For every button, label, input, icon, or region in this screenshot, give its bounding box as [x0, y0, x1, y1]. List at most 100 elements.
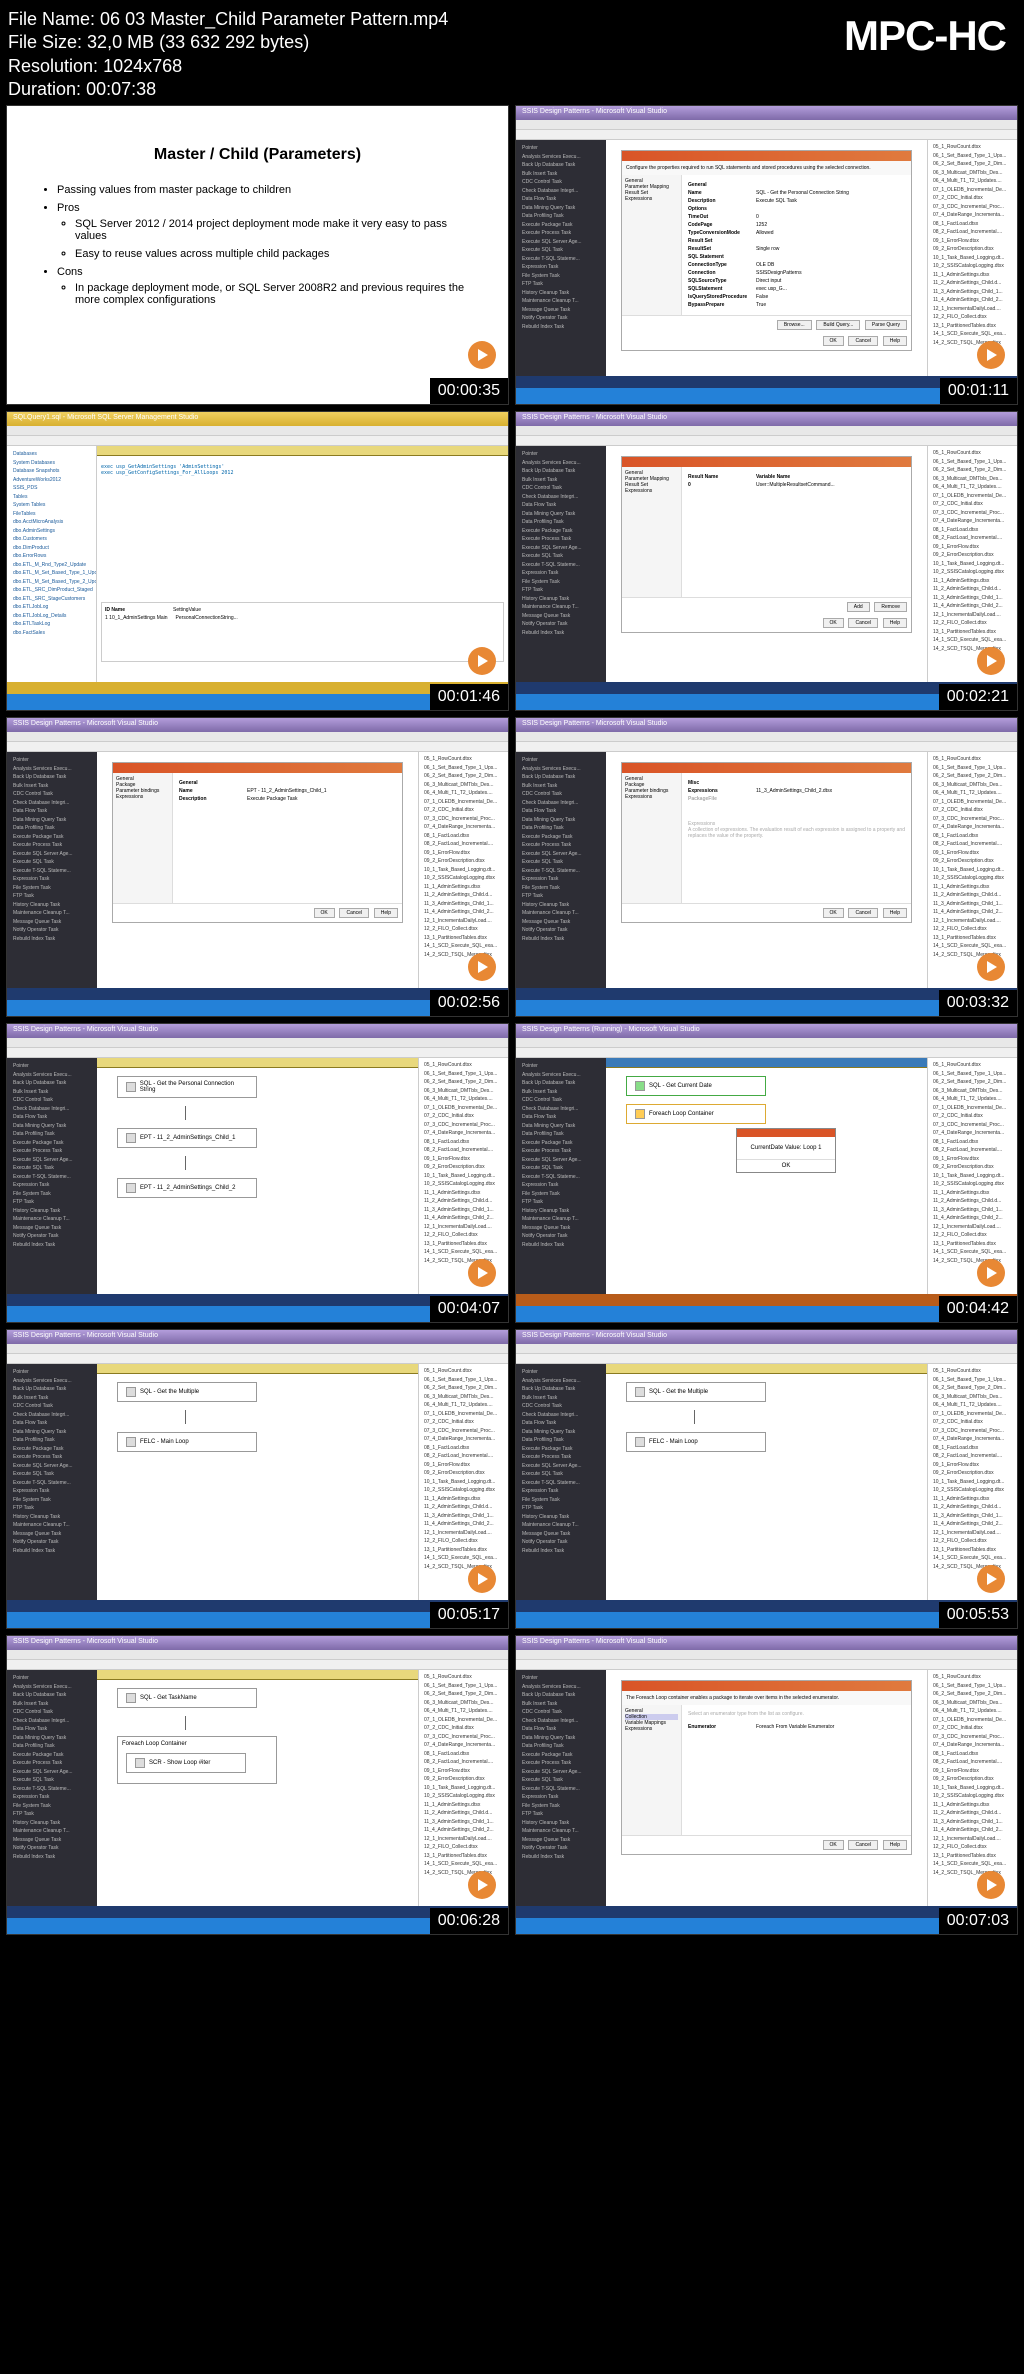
- list-item[interactable]: 07_3_CDC_Incremental_Proc...: [931, 1733, 1014, 1742]
- list-item[interactable]: 06_1_Set_Based_Type_1_Ups...: [422, 764, 505, 773]
- list-item[interactable]: Execute Process Task: [520, 229, 602, 238]
- list-item[interactable]: CDC Control Task: [11, 790, 93, 799]
- list-item[interactable]: FTP Task: [520, 1198, 602, 1207]
- list-item[interactable]: Execute SQL Server Age...: [11, 1156, 93, 1165]
- cancel-button[interactable]: Cancel: [848, 336, 878, 346]
- list-item[interactable]: Execute Process Task: [11, 1147, 93, 1156]
- list-item[interactable]: 10_2_SSISCatalogLogging.dtsx: [931, 1486, 1014, 1495]
- list-item[interactable]: Rebuild Index Task: [11, 1853, 93, 1862]
- ok-button[interactable]: OK: [314, 908, 335, 918]
- sql-task[interactable]: SQL - Get TaskName: [117, 1688, 257, 1708]
- list-item[interactable]: History Cleanup Task: [11, 1819, 93, 1828]
- list-item[interactable]: 11_3_AdminSettings_Child_1...: [931, 1818, 1014, 1827]
- list-item[interactable]: 12_2_FILO_Collect.dtsx: [931, 1537, 1014, 1546]
- list-item[interactable]: 11_1_AdminSettings.dtsx: [931, 883, 1014, 892]
- list-item[interactable]: File System Task: [520, 1802, 602, 1811]
- list-item[interactable]: Data Mining Query Task: [520, 1428, 602, 1437]
- list-item[interactable]: FTP Task: [11, 892, 93, 901]
- list-item[interactable]: Message Queue Task: [520, 918, 602, 927]
- list-item[interactable]: 09_1_ErrorFlow.dtsx: [422, 1461, 505, 1470]
- list-item[interactable]: Back Up Database Task: [520, 467, 602, 476]
- list-item[interactable]: Database Snapshots: [11, 467, 92, 476]
- help-button[interactable]: Help: [883, 336, 907, 346]
- list-item[interactable]: CDC Control Task: [520, 484, 602, 493]
- list-item[interactable]: Execute Process Task: [520, 1759, 602, 1768]
- list-item[interactable]: Execute T-SQL Stateme...: [520, 1173, 602, 1182]
- list-item[interactable]: 11_4_AdminSettings_Child_2...: [931, 1214, 1014, 1223]
- list-item[interactable]: Execute T-SQL Stateme...: [520, 1785, 602, 1794]
- list-item[interactable]: Notify Operator Task: [11, 1538, 93, 1547]
- list-item[interactable]: Rebuild Index Task: [520, 1547, 602, 1556]
- list-item[interactable]: Bulk Insert Task: [11, 1700, 93, 1709]
- list-item[interactable]: FTP Task: [11, 1810, 93, 1819]
- list-item[interactable]: 10_2_SSISCatalogLogging.dtsx: [931, 262, 1014, 271]
- sql-task[interactable]: SQL - Get the Personal Connection String: [117, 1076, 257, 1098]
- list-item[interactable]: Maintenance Cleanup T...: [520, 1521, 602, 1530]
- list-item[interactable]: 10_1_Task_Based_Logging.dt...: [931, 560, 1014, 569]
- list-item[interactable]: File System Task: [11, 1496, 93, 1505]
- list-item[interactable]: 06_4_Multi_T1_T2_Updates....: [931, 1401, 1014, 1410]
- list-item[interactable]: Bulk Insert Task: [520, 782, 602, 791]
- thumbnail[interactable]: SSIS Design Patterns - Microsoft Visual …: [6, 717, 509, 1017]
- list-item[interactable]: dbo.ETLJobLog_Details: [11, 612, 92, 621]
- list-item[interactable]: Data Profiling Task: [520, 1130, 602, 1139]
- list-item[interactable]: Data Mining Query Task: [11, 1734, 93, 1743]
- list-item[interactable]: Data Mining Query Task: [11, 1428, 93, 1437]
- list-item[interactable]: 11_2_AdminSettings_Child.d...: [422, 1503, 505, 1512]
- list-item[interactable]: Message Queue Task: [520, 306, 602, 315]
- list-item[interactable]: 07_2_CDC_Initial.dtsx: [422, 806, 505, 815]
- list-item[interactable]: Bulk Insert Task: [520, 170, 602, 179]
- ok-button[interactable]: OK: [823, 1840, 844, 1850]
- list-item[interactable]: Back Up Database Task: [520, 161, 602, 170]
- list-item[interactable]: Expression Task: [520, 1793, 602, 1802]
- list-item[interactable]: Back Up Database Task: [520, 773, 602, 782]
- list-item[interactable]: 14_1_SCD_Execute_SQL_exa...: [931, 942, 1014, 951]
- cancel-button[interactable]: Cancel: [339, 908, 369, 918]
- list-item[interactable]: File System Task: [520, 1190, 602, 1199]
- sql-task[interactable]: SQL - Get Current Date: [626, 1076, 766, 1096]
- list-item[interactable]: 09_1_ErrorFlow.dtsx: [931, 849, 1014, 858]
- list-item[interactable]: Expression Task: [11, 875, 93, 884]
- list-item[interactable]: Data Profiling Task: [520, 212, 602, 221]
- list-item[interactable]: 05_1_RowCount.dtsx: [422, 1673, 505, 1682]
- list-item[interactable]: Expression Task: [11, 1793, 93, 1802]
- list-item[interactable]: 07_4_DateRange_Incrementa...: [931, 517, 1014, 526]
- list-item[interactable]: FTP Task: [520, 892, 602, 901]
- build-query-button[interactable]: Build Query...: [816, 320, 860, 330]
- list-item[interactable]: 06_4_Multi_T1_T2_Updates....: [422, 1401, 505, 1410]
- list-item[interactable]: 11_4_AdminSettings_Child_2...: [422, 908, 505, 917]
- list-item[interactable]: 10_2_SSISCatalogLogging.dtsx: [422, 874, 505, 883]
- list-item[interactable]: dbo.ETL_M_Rnd_Type2_Update: [11, 561, 92, 570]
- list-item[interactable]: Rebuild Index Task: [11, 1241, 93, 1250]
- list-item[interactable]: Execute SQL Server Age...: [520, 544, 602, 553]
- list-item[interactable]: 10_2_SSISCatalogLogging.dtsx: [931, 1180, 1014, 1189]
- list-item[interactable]: Data Flow Task: [11, 807, 93, 816]
- list-item[interactable]: 07_4_DateRange_Incrementa...: [931, 1741, 1014, 1750]
- list-item[interactable]: 10_2_SSISCatalogLogging.dtsx: [931, 568, 1014, 577]
- list-item[interactable]: 06_3_Multicast_DMTbls_Des...: [931, 169, 1014, 178]
- list-item[interactable]: 10_1_Task_Based_Logging.dt...: [931, 1784, 1014, 1793]
- list-item[interactable]: 10_1_Task_Based_Logging.dt...: [422, 1172, 505, 1181]
- list-item[interactable]: Check Database Integri...: [11, 1105, 93, 1114]
- list-item[interactable]: 07_1_OLEDB_Incremental_De...: [422, 1716, 505, 1725]
- list-item[interactable]: 06_2_Set_Based_Type_2_Dim...: [422, 1384, 505, 1393]
- list-item[interactable]: File System Task: [520, 884, 602, 893]
- list-item[interactable]: Execute SQL Task: [520, 1164, 602, 1173]
- thumbnail[interactable]: SQLQuery1.sql - Microsoft SQL Server Man…: [6, 411, 509, 711]
- list-item[interactable]: 11_4_AdminSettings_Child_2...: [422, 1520, 505, 1529]
- list-item[interactable]: dbo.ETL_SRC_DimProduct_Staged: [11, 586, 92, 595]
- list-item[interactable]: 13_1_PartitionedTables.dtsx: [422, 1546, 505, 1555]
- list-item[interactable]: Analysis Services Execu...: [520, 765, 602, 774]
- list-item[interactable]: 06_2_Set_Based_Type_2_Dim...: [931, 1690, 1014, 1699]
- list-item[interactable]: dbo.Customers: [11, 535, 92, 544]
- script-task[interactable]: SCR - Show Loop #iter: [126, 1753, 246, 1773]
- list-item[interactable]: Pointer: [11, 1368, 93, 1377]
- list-item[interactable]: Execute Process Task: [520, 535, 602, 544]
- list-item[interactable]: Execute Process Task: [11, 1759, 93, 1768]
- list-item[interactable]: Notify Operator Task: [11, 1232, 93, 1241]
- list-item[interactable]: Check Database Integri...: [520, 493, 602, 502]
- list-item[interactable]: Back Up Database Task: [11, 1385, 93, 1394]
- list-item[interactable]: History Cleanup Task: [520, 595, 602, 604]
- list-item[interactable]: 08_1_FactLoad.dtsx: [931, 526, 1014, 535]
- help-button[interactable]: Help: [374, 908, 398, 918]
